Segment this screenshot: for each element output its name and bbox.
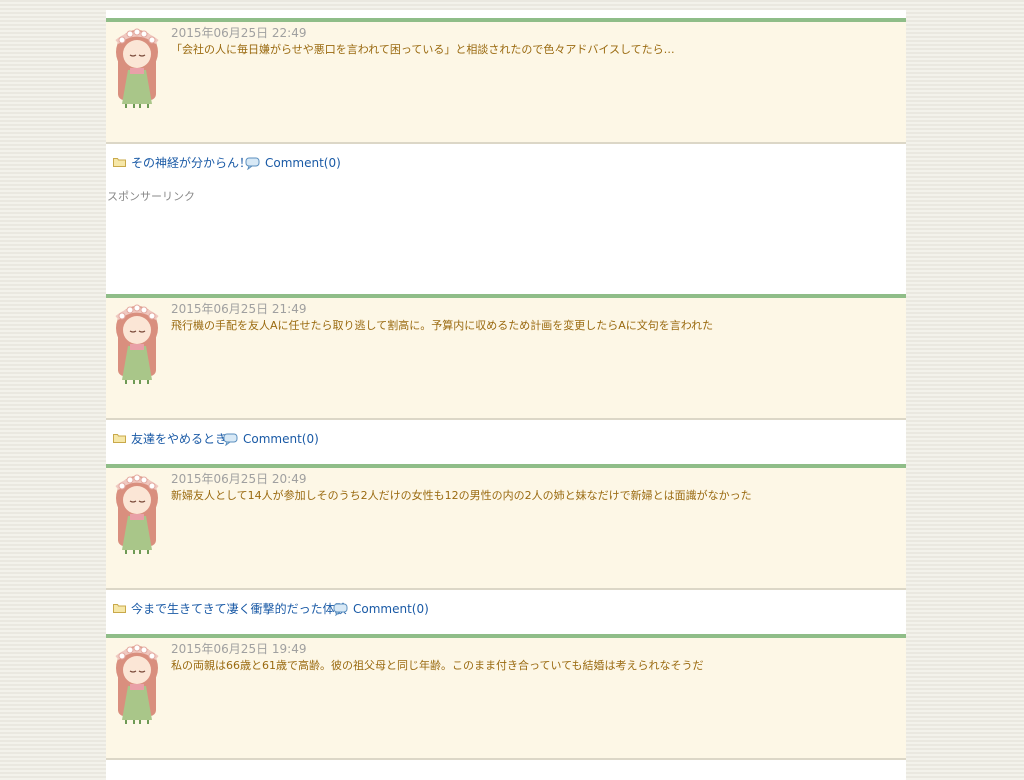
- post-date: 2015年06月25日 22:49: [171, 26, 307, 40]
- post-footer: その神経が分からん！ Comment(0): [106, 144, 906, 188]
- post-excerpt[interactable]: 私の両親は66歳と61歳で高齢。彼の祖父母と同じ年齢。このまま付き合っていても結…: [171, 657, 896, 673]
- post-excerpt[interactable]: 飛行機の手配を友人Aに任せたら取り逃して割高に。予算内に収めるため計画を変更した…: [171, 317, 896, 333]
- post-date: 2015年06月25日 19:49: [171, 642, 307, 656]
- comment-bubble-icon: [223, 433, 238, 446]
- post-title-link[interactable]: その神経が分からん！: [131, 154, 251, 171]
- girl-avatar-icon: [115, 644, 159, 724]
- post-excerpt[interactable]: 「会社の人に毎日嫌がらせや悪口を言われて困っている」と相談されたので色々アドバイ…: [171, 41, 896, 57]
- post-entry: 2015年06月25日 22:49 「会社の人に毎日嫌がらせや悪口を言われて困っ…: [106, 18, 906, 144]
- sponsor-label: スポンサーリンク: [107, 190, 195, 203]
- folder-icon: [113, 604, 126, 613]
- girl-avatar-icon: [115, 474, 159, 554]
- blog-column: 2015年06月25日 22:49 「会社の人に毎日嫌がらせや悪口を言われて困っ…: [106, 10, 906, 780]
- post-title-link[interactable]: 友達をやめるとき: [131, 430, 227, 447]
- post-excerpt[interactable]: 新婦友人として14人が参加しそのうち2人だけの女性も12の男性の内の2人の姉と妹…: [171, 487, 896, 503]
- comment-count: Comment(0): [243, 432, 319, 446]
- girl-avatar-icon: [115, 304, 159, 384]
- folder-icon: [113, 434, 126, 443]
- post-title-link[interactable]: 今まで生きてきて凄く衝撃的だった体験: [131, 600, 347, 617]
- comment-count: Comment(0): [353, 602, 429, 616]
- comment-link[interactable]: Comment(0): [333, 602, 429, 616]
- folder-icon: [113, 158, 126, 167]
- sponsor-area: スポンサーリンク: [106, 188, 906, 294]
- comment-link[interactable]: Comment(0): [223, 432, 319, 446]
- post-entry: 2015年06月25日 21:49 飛行機の手配を友人Aに任せたら取り逃して割高…: [106, 294, 906, 420]
- post-footer: 今まで生きてきて凄く衝撃的だった体験 Comment(0): [106, 590, 906, 634]
- comment-bubble-icon: [245, 157, 260, 170]
- girl-avatar-icon: [115, 28, 159, 108]
- post-entry: 2015年06月25日 20:49 新婦友人として14人が参加しそのうち2人だけ…: [106, 464, 906, 590]
- comment-bubble-icon: [333, 603, 348, 616]
- post-entry: 2015年06月25日 19:49 私の両親は66歳と61歳で高齢。彼の祖父母と…: [106, 634, 906, 760]
- comment-link[interactable]: Comment(0): [245, 156, 341, 170]
- post-date: 2015年06月25日 20:49: [171, 472, 307, 486]
- post-footer: 友達をやめるとき Comment(0): [106, 420, 906, 464]
- comment-count: Comment(0): [265, 156, 341, 170]
- post-date: 2015年06月25日 21:49: [171, 302, 307, 316]
